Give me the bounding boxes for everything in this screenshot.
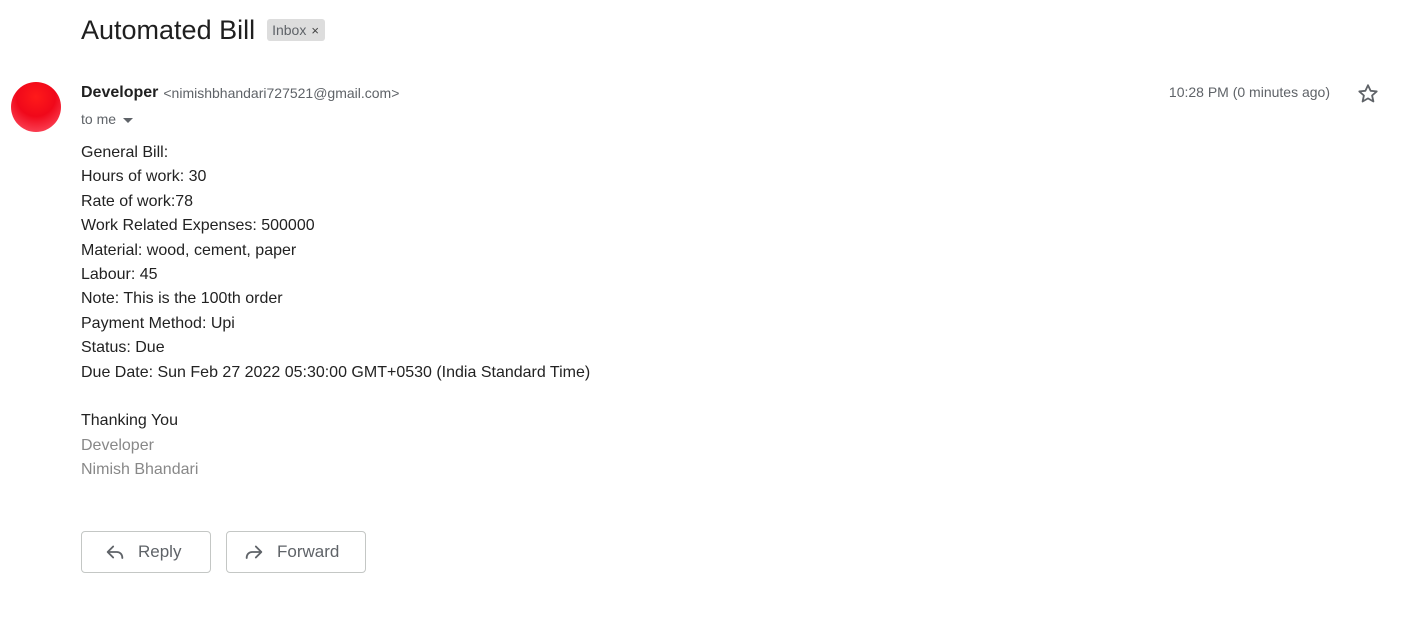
body-line: Payment Method: Upi	[81, 314, 235, 332]
body-line: Work Related Expenses: 500000	[81, 217, 315, 235]
email-timestamp: 10:28 PM (0 minutes ago)	[1168, 84, 1330, 100]
body-line: Due Date: Sun Feb 27 2022 05:30:00 GMT+0…	[81, 363, 591, 381]
star-icon[interactable]	[1356, 82, 1380, 106]
reply-label: Reply	[138, 542, 182, 561]
forward-button[interactable]: Forward	[226, 531, 366, 573]
body-line: Note: This is the 100th order	[81, 290, 283, 308]
caret-down-icon[interactable]	[123, 117, 134, 123]
label-text: Inbox	[272, 22, 307, 38]
signature-line: Developer	[81, 436, 154, 454]
recipients-text: to me	[81, 111, 117, 127]
email-body: General Bill: Hours of work: 30 Rate of …	[81, 141, 590, 482]
body-line: General Bill:	[81, 144, 169, 161]
reply-button[interactable]: Reply	[81, 531, 211, 573]
body-line: Labour: 45	[81, 265, 158, 283]
body-line: Rate of work:78	[81, 192, 194, 210]
body-line: Status: Due	[81, 339, 165, 357]
recipients-toggle[interactable]: to me	[81, 109, 134, 129]
body-line: Hours of work: 30	[81, 168, 207, 186]
email-header: Automated Bill Inbox ×	[81, 12, 325, 48]
forward-label: Forward	[277, 542, 340, 561]
signature-line: Nimish Bhandari	[81, 461, 199, 479]
inbox-label-chip[interactable]: Inbox ×	[267, 19, 325, 41]
email-subject: Automated Bill	[81, 15, 256, 45]
sender-name[interactable]: Developer	[81, 84, 158, 102]
reply-icon	[106, 545, 124, 559]
sender-info: Developer <nimishbhandari727521@gmail.co…	[81, 82, 399, 104]
sender-email: <nimishbhandari727521@gmail.com>	[163, 85, 400, 101]
closing-line: Thanking You	[81, 412, 178, 430]
sender-avatar[interactable]	[11, 82, 61, 132]
forward-icon	[245, 545, 263, 559]
body-line: Material: wood, cement, paper	[81, 241, 297, 259]
remove-label-icon[interactable]: ×	[311, 23, 319, 38]
